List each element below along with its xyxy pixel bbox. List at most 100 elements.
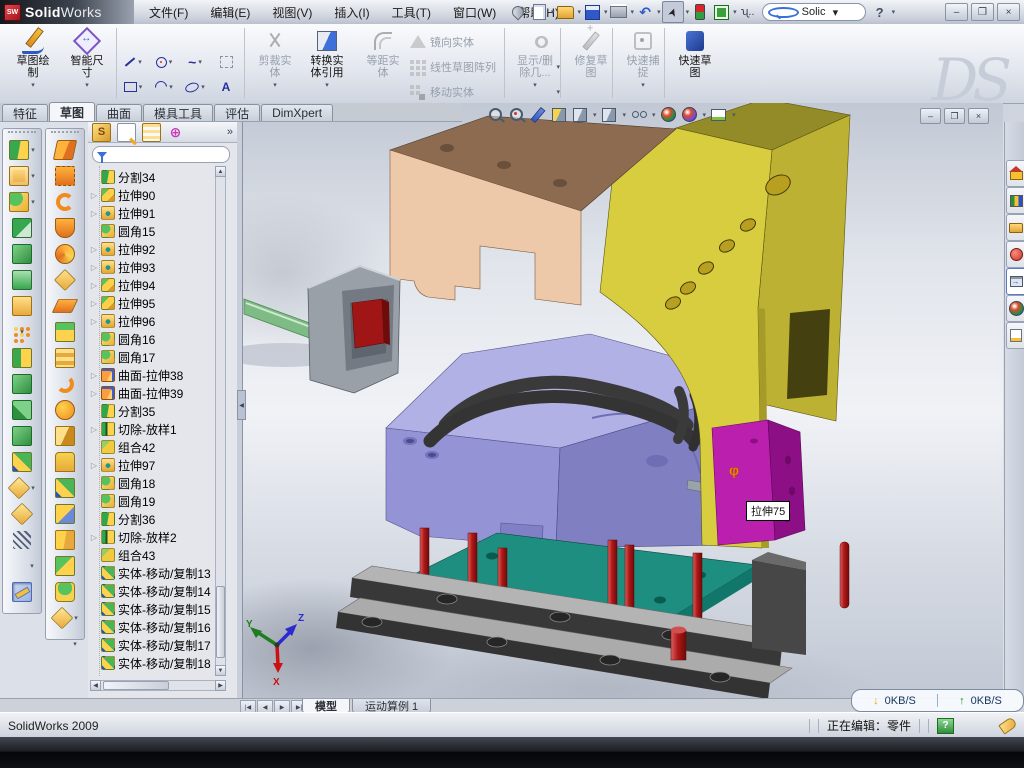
- tree-item[interactable]: 实体-移动/复制16: [88, 618, 226, 636]
- left-tool-button[interactable]: [3, 501, 41, 527]
- left-tool-button[interactable]: [46, 449, 84, 475]
- left-tool-button[interactable]: [46, 267, 84, 293]
- pin[interactable]: [840, 542, 849, 608]
- tab-曲面[interactable]: 曲面: [96, 104, 142, 121]
- tree-item[interactable]: 圆角19: [88, 492, 226, 510]
- tree-item[interactable]: 圆角17: [88, 348, 226, 366]
- hide-show-items-button[interactable]: [630, 106, 647, 123]
- tool-dropdown[interactable]: ▾: [20, 328, 24, 336]
- quick-snaps-dropdown[interactable]: ▾: [641, 80, 645, 92]
- solidworks-search-tab[interactable]: [1006, 241, 1024, 268]
- doc-minimize-button[interactable]: –: [920, 108, 941, 124]
- left-tool-button[interactable]: [46, 241, 84, 267]
- quick-tips-icon[interactable]: ?: [937, 718, 954, 734]
- sketch-button[interactable]: 草图绘制▾: [6, 26, 60, 101]
- dimxpertmanager-tab[interactable]: ⊕: [167, 124, 184, 141]
- tree-filter-box[interactable]: [92, 146, 230, 163]
- left-tool-button[interactable]: [46, 475, 84, 501]
- left-tool-button[interactable]: [3, 293, 41, 319]
- tree-item[interactable]: 组合43: [88, 546, 226, 564]
- left-tool-button[interactable]: [3, 267, 41, 293]
- apply-scene-dropdown[interactable]: ▾: [703, 111, 707, 119]
- arc-tool[interactable]: ▾: [149, 75, 179, 99]
- part-magenta-block[interactable]: φ: [712, 420, 805, 545]
- tree-item[interactable]: 圆角16: [88, 330, 226, 348]
- left-tool-button[interactable]: [46, 319, 84, 345]
- convert-entities-dropdown[interactable]: ▾: [325, 80, 329, 92]
- tree-item[interactable]: 实体-移动/复制17: [88, 636, 226, 654]
- design-checker-button[interactable]: [711, 2, 731, 22]
- left-tool-button[interactable]: [46, 501, 84, 527]
- undo-dropdown[interactable]: ▾: [657, 8, 661, 16]
- save-button[interactable]: [582, 2, 602, 22]
- vscroll-thumb[interactable]: [216, 586, 225, 658]
- expand-arrow[interactable]: ▷: [90, 371, 98, 380]
- menu-插入(I)[interactable]: 插入(I): [323, 1, 380, 23]
- left-tool-button[interactable]: ▾: [3, 137, 41, 163]
- sketch-dropdown[interactable]: ▾: [31, 80, 35, 92]
- graphics-viewport[interactable]: φ: [242, 103, 1003, 698]
- left-tool-button[interactable]: [46, 553, 84, 579]
- expand-arrow[interactable]: ▷: [90, 245, 98, 254]
- left-tool-button[interactable]: [3, 371, 41, 397]
- zoom-fit-button[interactable]: [487, 106, 504, 123]
- left-tool-button[interactable]: [46, 423, 84, 449]
- tree-item[interactable]: 圆角15: [88, 222, 226, 240]
- tool-dropdown[interactable]: ▾: [74, 614, 78, 622]
- tool-dropdown[interactable]: ▾: [73, 640, 77, 648]
- left-tool-button[interactable]: ▾: [3, 319, 41, 345]
- menu-编辑(E)[interactable]: 编辑(E): [199, 1, 261, 23]
- tree-item[interactable]: ▷曲面-拉伸38: [88, 366, 226, 384]
- help-button[interactable]: ?: [870, 2, 890, 22]
- smart-dimension-button[interactable]: 智能尺寸▾: [60, 26, 114, 101]
- section-view-button[interactable]: [550, 106, 567, 123]
- tree-item[interactable]: ▷曲面-拉伸39: [88, 384, 226, 402]
- tree-item[interactable]: ▷拉伸96: [88, 312, 226, 330]
- design-checker-dropdown[interactable]: ▾: [733, 8, 737, 16]
- left-tool-button[interactable]: [46, 189, 84, 215]
- tree-item[interactable]: ▷拉伸95: [88, 294, 226, 312]
- view-orientation-dropdown[interactable]: ▾: [593, 111, 597, 119]
- circle-dropdown[interactable]: ▾: [169, 58, 173, 66]
- tree-item[interactable]: 组合42: [88, 438, 226, 456]
- tree-item[interactable]: ▷切除-放样1: [88, 420, 226, 438]
- close-button[interactable]: ×: [997, 3, 1020, 21]
- help-dropdown[interactable]: ▾: [892, 8, 896, 16]
- file-explorer-tab[interactable]: [1006, 214, 1024, 241]
- expand-arrow[interactable]: ▷: [90, 461, 98, 470]
- left-tool-button[interactable]: [46, 293, 84, 319]
- search-dropdown[interactable]: ▾: [833, 6, 860, 19]
- open-dropdown[interactable]: ▾: [578, 8, 582, 16]
- rapid-sketch-button[interactable]: 快速草图: [668, 26, 722, 101]
- hscroll-thumb[interactable]: [103, 681, 169, 690]
- minimize-button[interactable]: –: [945, 3, 968, 21]
- save-dropdown[interactable]: ▾: [604, 8, 608, 16]
- view-settings-button[interactable]: [710, 106, 727, 123]
- tool-dropdown[interactable]: ▾: [31, 484, 35, 492]
- ellipse-tool[interactable]: ▾: [180, 75, 210, 99]
- expand-arrow[interactable]: ▷: [90, 425, 98, 434]
- left-tool-button[interactable]: [3, 449, 41, 475]
- rectangle-dropdown[interactable]: ▾: [139, 83, 143, 91]
- view-orientation-button[interactable]: [571, 106, 588, 123]
- scroll-down-button[interactable]: ▼: [215, 665, 226, 676]
- left-tool-button[interactable]: [46, 527, 84, 553]
- tree-item[interactable]: ▷拉伸90: [88, 186, 226, 204]
- print-dropdown[interactable]: ▾: [631, 8, 635, 16]
- convert-entities-button[interactable]: 转换实体引用▾: [300, 26, 354, 101]
- menu-工具(T)[interactable]: 工具(T): [381, 1, 442, 23]
- left-tool-button[interactable]: [46, 371, 84, 397]
- construction-frame-tool[interactable]: [211, 50, 241, 74]
- tab-模具工具[interactable]: 模具工具: [143, 104, 213, 121]
- featuremanager-tab[interactable]: S: [92, 123, 111, 142]
- line-dropdown[interactable]: ▾: [138, 58, 142, 66]
- tree-item[interactable]: ▷拉伸91: [88, 204, 226, 222]
- view-settings-dropdown[interactable]: ▾: [732, 111, 736, 119]
- left-tool-button[interactable]: [3, 241, 41, 267]
- doc-restore-button[interactable]: ❐: [944, 108, 965, 124]
- tree-item[interactable]: ▷拉伸94: [88, 276, 226, 294]
- solidworks-resources-tab[interactable]: [1006, 160, 1024, 187]
- hide-show-items-dropdown[interactable]: ▾: [652, 111, 656, 119]
- expand-arrow[interactable]: ▷: [90, 209, 98, 218]
- tree-item[interactable]: 实体-移动/复制18: [88, 654, 226, 672]
